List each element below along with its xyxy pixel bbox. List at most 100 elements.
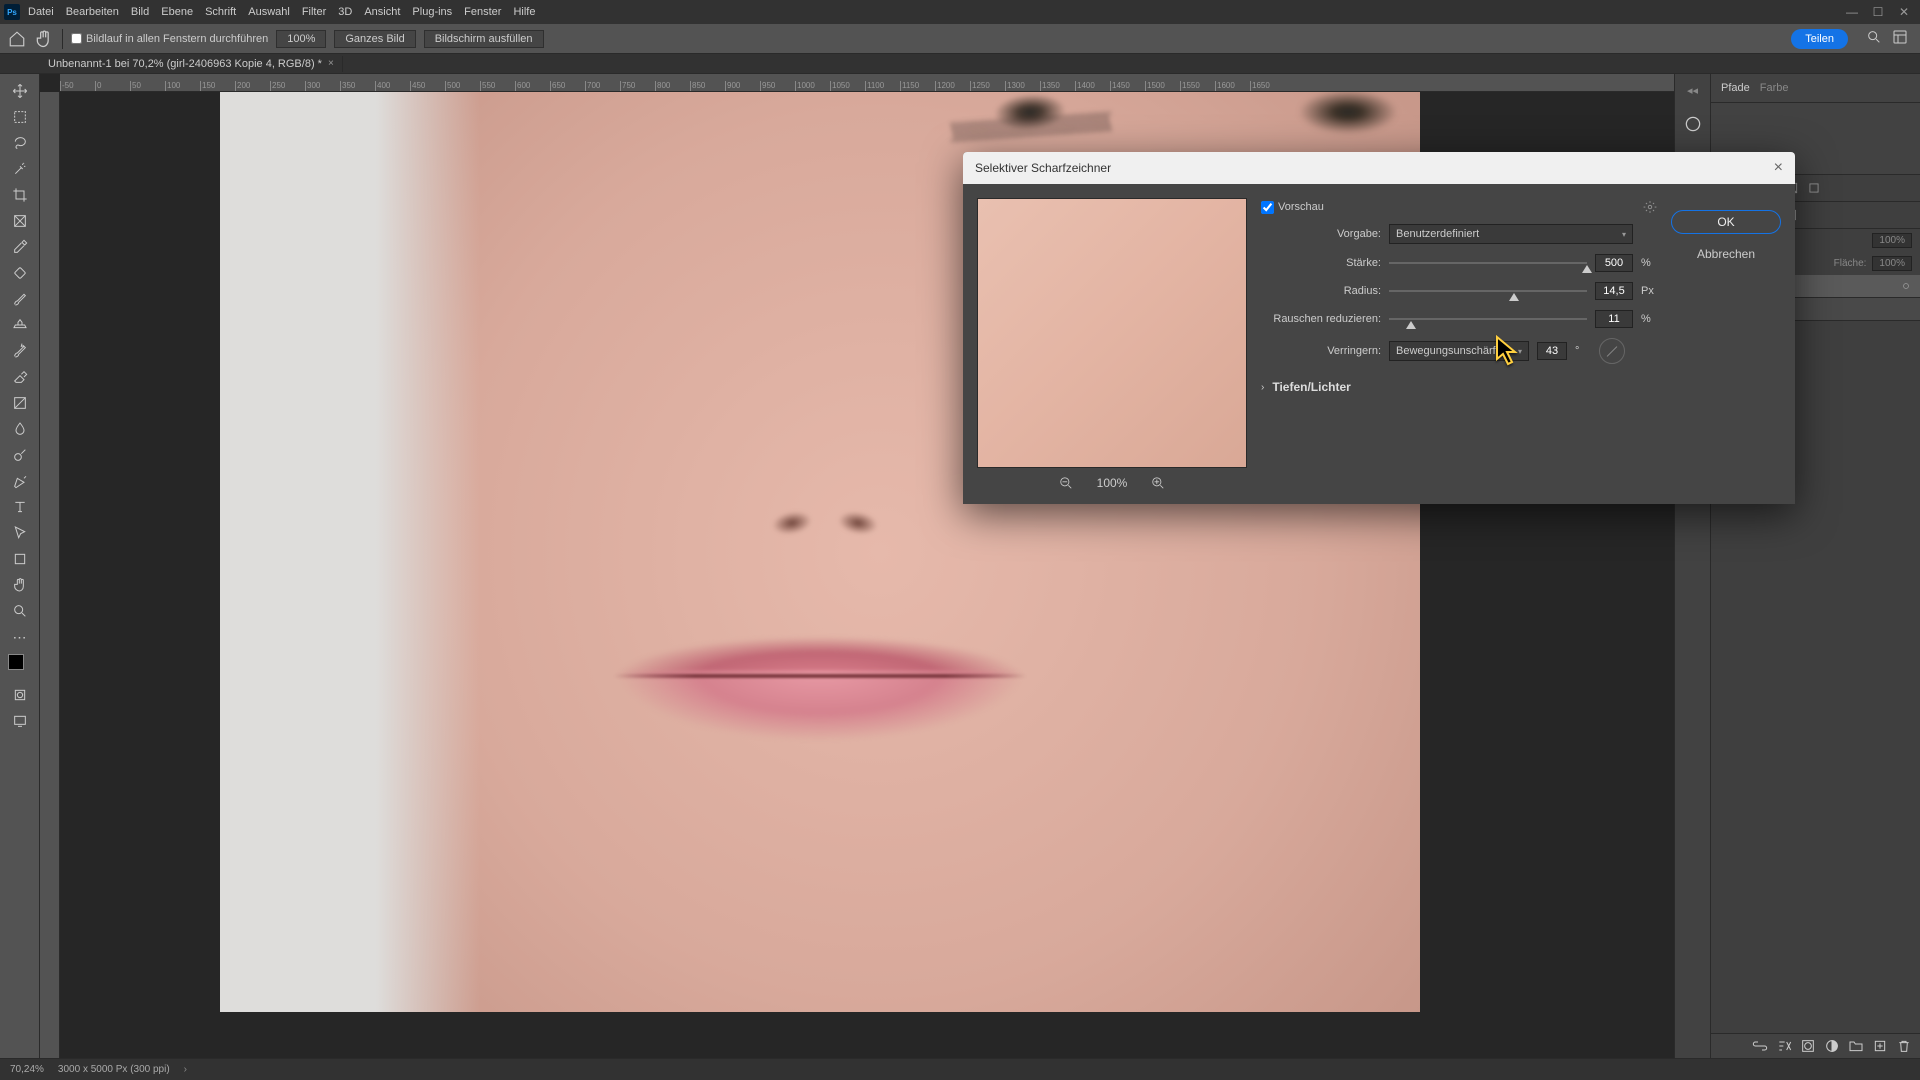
eraser-tool-icon[interactable] bbox=[6, 364, 34, 390]
dialog-titlebar[interactable]: Selektiver Scharfzeichner × bbox=[963, 152, 1795, 184]
angle-dial[interactable] bbox=[1599, 338, 1625, 364]
radius-label: Radius: bbox=[1261, 285, 1381, 297]
edit-toolbar-icon[interactable]: ⋯ bbox=[6, 624, 34, 650]
preview-checkbox[interactable]: Vorschau bbox=[1261, 201, 1324, 214]
hand-tool-toolbox-icon[interactable] bbox=[6, 572, 34, 598]
marquee-tool-icon[interactable] bbox=[6, 104, 34, 130]
fill-value[interactable]: 100% bbox=[1872, 256, 1912, 271]
menu-schrift[interactable]: Schrift bbox=[205, 6, 236, 18]
angle-value[interactable]: 43 bbox=[1537, 342, 1567, 360]
gradient-tool-icon[interactable] bbox=[6, 390, 34, 416]
menu-bild[interactable]: Bild bbox=[131, 6, 149, 18]
quick-mask-icon[interactable] bbox=[6, 682, 34, 708]
minimize-button[interactable]: — bbox=[1846, 6, 1858, 18]
zoom-in-icon[interactable] bbox=[1151, 476, 1165, 490]
type-tool-icon[interactable] bbox=[6, 494, 34, 520]
gear-icon[interactable] bbox=[1643, 200, 1657, 214]
ruler-tick: 1200 bbox=[935, 81, 970, 91]
rectangle-tool-icon[interactable] bbox=[6, 546, 34, 572]
blur-tool-icon[interactable] bbox=[6, 416, 34, 442]
workspace-icon[interactable] bbox=[1892, 29, 1908, 48]
link-layers-icon[interactable] bbox=[1752, 1038, 1768, 1054]
zoom-out-icon[interactable] bbox=[1059, 476, 1073, 490]
amount-value[interactable]: 500 bbox=[1595, 254, 1633, 272]
new-layer-icon[interactable] bbox=[1872, 1038, 1888, 1054]
mask-icon[interactable] bbox=[1800, 1038, 1816, 1054]
opacity-value[interactable]: 100% bbox=[1872, 233, 1912, 248]
ruler-tick: 1000 bbox=[795, 81, 830, 91]
status-zoom: 70,24% bbox=[10, 1064, 44, 1075]
trash-icon[interactable] bbox=[1896, 1038, 1912, 1054]
radius-slider[interactable] bbox=[1389, 290, 1587, 292]
tab-farbe[interactable]: Farbe bbox=[1760, 82, 1789, 94]
lasso-tool-icon[interactable] bbox=[6, 130, 34, 156]
ok-button[interactable]: OK bbox=[1671, 210, 1781, 234]
close-button[interactable]: ✕ bbox=[1898, 6, 1910, 18]
pen-tool-icon[interactable] bbox=[6, 468, 34, 494]
noise-value[interactable]: 11 bbox=[1595, 310, 1633, 328]
menu-bearbeiten[interactable]: Bearbeiten bbox=[66, 6, 119, 18]
fx-icon[interactable] bbox=[1776, 1038, 1792, 1054]
adjustment-icon[interactable] bbox=[1824, 1038, 1840, 1054]
magic-wand-tool-icon[interactable] bbox=[6, 156, 34, 182]
zoom-tool-icon[interactable] bbox=[6, 598, 34, 624]
folder-icon[interactable] bbox=[1848, 1038, 1864, 1054]
crop-tool-icon[interactable] bbox=[6, 182, 34, 208]
menu-ansicht[interactable]: Ansicht bbox=[364, 6, 400, 18]
preset-label: Vorgabe: bbox=[1261, 228, 1381, 240]
frame-tool-icon[interactable] bbox=[6, 208, 34, 234]
menu-datei[interactable]: Datei bbox=[28, 6, 54, 18]
fill-screen-button[interactable]: Bildschirm ausfüllen bbox=[424, 30, 544, 48]
menu-filter[interactable]: Filter bbox=[302, 6, 326, 18]
shadows-highlights-section[interactable]: › Tiefen/Lichter bbox=[1261, 380, 1657, 394]
move-tool-icon[interactable] bbox=[6, 78, 34, 104]
dialog-close-icon[interactable]: × bbox=[1774, 159, 1783, 177]
ruler-tick: 1450 bbox=[1110, 81, 1145, 91]
color-swatches[interactable] bbox=[8, 654, 32, 678]
screen-mode-icon[interactable] bbox=[6, 708, 34, 734]
dialog-preview[interactable] bbox=[977, 198, 1247, 468]
menu-plug-ins[interactable]: Plug-ins bbox=[412, 6, 452, 18]
eyedropper-tool-icon[interactable] bbox=[6, 234, 34, 260]
amount-slider[interactable] bbox=[1389, 262, 1587, 264]
collapse-dock-icon[interactable]: ◂◂ bbox=[1687, 84, 1698, 97]
path-selection-tool-icon[interactable] bbox=[6, 520, 34, 546]
menu-3d[interactable]: 3D bbox=[338, 6, 352, 18]
color-panel-icon[interactable] bbox=[1681, 112, 1705, 136]
fit-screen-button[interactable]: Ganzes Bild bbox=[334, 30, 415, 48]
remove-value: Bewegungsunschärfe bbox=[1396, 345, 1502, 357]
ruler-tick: 50 bbox=[130, 81, 165, 91]
home-icon[interactable] bbox=[8, 30, 26, 48]
scroll-all-checkbox[interactable]: Bildlauf in allen Fenstern durchführen bbox=[71, 33, 268, 45]
menu-hilfe[interactable]: Hilfe bbox=[513, 6, 535, 18]
share-button[interactable]: Teilen bbox=[1791, 29, 1848, 49]
tab-pfade[interactable]: Pfade bbox=[1721, 82, 1750, 94]
cancel-button[interactable]: Abbrechen bbox=[1671, 242, 1781, 266]
search-icon[interactable] bbox=[1866, 29, 1882, 48]
panel-tabs: Pfade Farbe bbox=[1711, 74, 1920, 103]
healing-brush-tool-icon[interactable] bbox=[6, 260, 34, 286]
menu-auswahl[interactable]: Auswahl bbox=[248, 6, 290, 18]
close-tab-icon[interactable]: × bbox=[328, 58, 334, 69]
ruler-tick: 1550 bbox=[1180, 81, 1215, 91]
ruler-tick: 1350 bbox=[1040, 81, 1075, 91]
layer-lock-icon bbox=[1900, 280, 1912, 292]
zoom-100-button[interactable]: 100% bbox=[276, 30, 326, 48]
document-tab[interactable]: Unbenannt-1 bei 70,2% (girl-2406963 Kopi… bbox=[40, 56, 343, 72]
ruler-tick: -50 bbox=[60, 81, 95, 91]
dodge-tool-icon[interactable] bbox=[6, 442, 34, 468]
radius-value[interactable]: 14,5 bbox=[1595, 282, 1633, 300]
amount-label: Stärke: bbox=[1261, 257, 1381, 269]
remove-select[interactable]: Bewegungsunschärfe ▾ bbox=[1389, 341, 1529, 361]
app-icon: Ps bbox=[4, 4, 20, 20]
history-brush-tool-icon[interactable] bbox=[6, 338, 34, 364]
menu-fenster[interactable]: Fenster bbox=[464, 6, 501, 18]
preset-select[interactable]: Benutzerdefiniert ▾ bbox=[1389, 224, 1633, 244]
hand-tool-icon[interactable] bbox=[34, 29, 54, 49]
maximize-button[interactable]: ☐ bbox=[1872, 6, 1884, 18]
clone-stamp-tool-icon[interactable] bbox=[6, 312, 34, 338]
brush-tool-icon[interactable] bbox=[6, 286, 34, 312]
ruler-tick: 1100 bbox=[865, 81, 900, 91]
menu-ebene[interactable]: Ebene bbox=[161, 6, 193, 18]
noise-slider[interactable] bbox=[1389, 318, 1587, 320]
